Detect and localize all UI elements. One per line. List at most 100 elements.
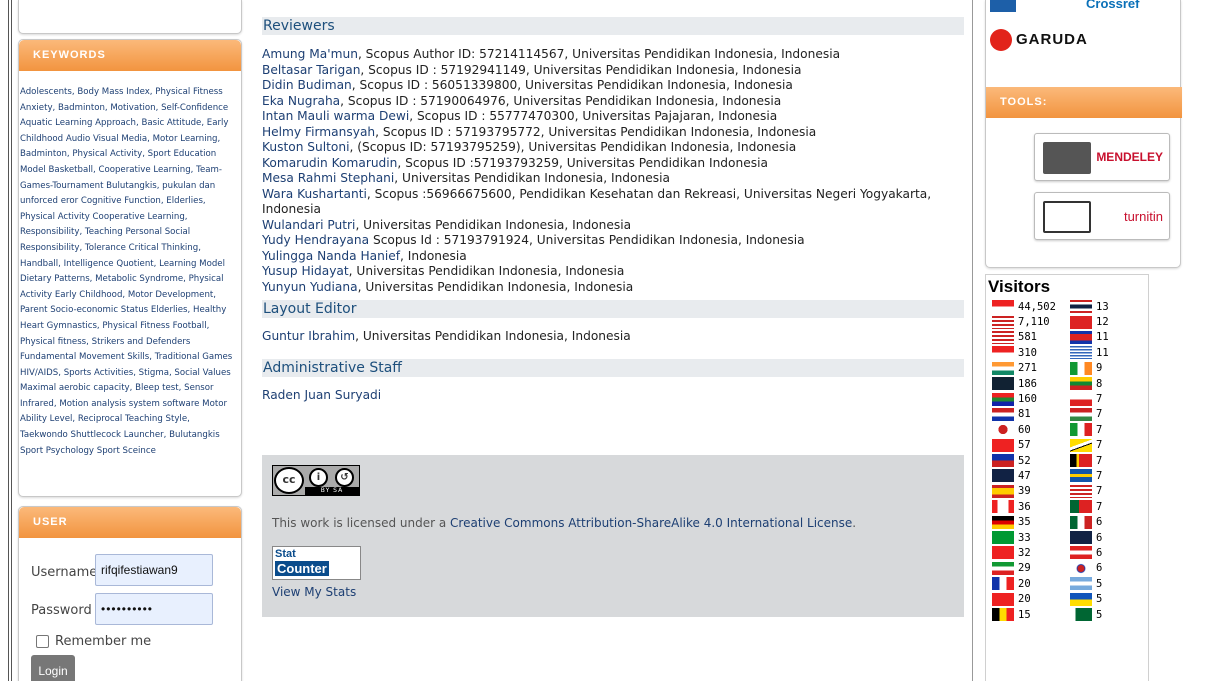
reviewer-entry: Yudy Hendrayana Scopus Id : 57193791924,… — [262, 233, 964, 249]
reviewer-affiliation: , Scopus Author ID: 57214114567, Univers… — [357, 47, 841, 61]
visitor-row: 39 — [992, 484, 1056, 499]
login-button[interactable]: Login — [31, 655, 75, 681]
flag-india-icon — [992, 361, 1014, 375]
flag-argentina-icon — [1070, 577, 1092, 591]
flag-portugal-icon — [1070, 500, 1092, 514]
visitor-count: 13 — [1096, 300, 1109, 313]
flag-france-icon — [992, 577, 1014, 591]
flag-sweden-icon — [1070, 469, 1092, 483]
sa-icon: ↺ — [335, 468, 354, 487]
reviewer-name[interactable]: Eka Nugraha — [262, 94, 340, 108]
visitor-count: 5 — [1096, 593, 1103, 606]
flag-brazil-icon — [992, 531, 1014, 545]
reviewer-affiliation: , Scopus ID : 57190064976, Universitas P… — [340, 93, 782, 108]
view-my-stats-link[interactable]: View My Stats — [272, 585, 356, 599]
reviewer-name[interactable]: Beltasar Tarigan — [262, 63, 360, 77]
visitors-widget[interactable]: Visitors 44,502 7,110 581 310 271 186 160 81 60 5… — [985, 274, 1149, 681]
visitor-count: 7 — [1096, 500, 1103, 513]
reviewer-name[interactable]: Yulingga Nanda Hanief — [262, 249, 400, 263]
visitor-row: 29 — [992, 561, 1056, 576]
turnitin-button[interactable]: turnitin — [1034, 192, 1170, 240]
visitor-count: 581 — [1018, 331, 1037, 344]
visitor-count: 20 — [1018, 577, 1031, 590]
visitor-count: 6 — [1096, 562, 1103, 575]
visitor-count: 60 — [1018, 423, 1031, 436]
visitor-count: 271 — [1018, 362, 1037, 375]
visitor-row: 8 — [1070, 376, 1109, 391]
flag-thailand-icon — [1070, 300, 1092, 314]
garuda-icon — [990, 29, 1012, 51]
remember-me-checkbox[interactable] — [36, 635, 49, 648]
keyword-list[interactable]: Adolescents, Body Mass Index, Physical F… — [20, 87, 232, 456]
reviewer-name[interactable]: Amung Ma'mun — [262, 47, 358, 61]
visitor-count: 35 — [1018, 516, 1031, 529]
reviewer-affiliation: , (Scopus ID: 57193795259), Universitas … — [349, 140, 797, 154]
crossref-logo[interactable]: Crossref — [1086, 0, 1176, 12]
visitor-row: 13 — [1070, 299, 1109, 314]
visitor-row: 33 — [992, 530, 1056, 545]
visitor-count: 39 — [1018, 485, 1031, 498]
user-heading: USER — [19, 507, 241, 538]
flag-united-states-icon — [1070, 484, 1092, 498]
visitor-row: 7 — [1070, 484, 1109, 499]
statcounter-badge[interactable]: Stat Counter — [272, 546, 361, 580]
visitor-count: 11 — [1096, 346, 1109, 359]
visitor-count: 7 — [1096, 439, 1103, 452]
visitor-row: 32 — [992, 545, 1056, 560]
reviewer-name[interactable]: Yunyun Yudiana — [262, 280, 358, 294]
flag-turkey-icon — [992, 438, 1014, 452]
visitor-row: 7 — [1070, 407, 1109, 422]
flag-spain-icon — [992, 484, 1014, 498]
reviewer-name[interactable]: Yusup Hidayat — [262, 264, 349, 278]
reviewer-name[interactable]: Didin Budiman — [262, 78, 352, 92]
administrative-staff-name[interactable]: Raden Juan Suryadi — [262, 388, 381, 402]
reviewer-name[interactable]: Komarudin Komarudin — [262, 156, 397, 170]
indexing-logo-icon[interactable] — [990, 0, 1016, 12]
password-field[interactable]: •••••••••• — [95, 593, 213, 625]
license-suffix: . — [852, 516, 857, 530]
visitor-count: 7 — [1096, 454, 1103, 467]
reviewer-affiliation: , Scopus ID : 57192941149, Universitas P… — [360, 62, 802, 77]
remember-me-label: Remember me — [55, 634, 152, 649]
visitor-count: 7 — [1096, 423, 1103, 436]
administrative-staff-entry: Raden Juan Suryadi — [262, 388, 964, 404]
visitor-row: 7 — [1070, 438, 1109, 453]
right-border-line — [972, 0, 973, 681]
left-border-line-2 — [11, 0, 12, 681]
visitor-row: 5 — [1070, 576, 1109, 591]
visitor-count: 7 — [1096, 393, 1103, 406]
turnitin-label: turnitin — [1123, 209, 1163, 224]
cc-band-label: BY SA — [305, 487, 359, 495]
license-link[interactable]: Creative Commons Attribution-ShareAlike … — [450, 516, 852, 530]
visitor-count: 310 — [1018, 346, 1037, 359]
flag-malaysia-icon — [992, 330, 1014, 344]
visitor-row: 7 — [1070, 453, 1109, 468]
layout-editor-name[interactable]: Guntur Ibrahim — [262, 329, 355, 343]
visitor-row: 7 — [1070, 499, 1109, 514]
password-label: Password — [31, 603, 92, 618]
reviewer-name[interactable]: Yudy Hendrayana — [262, 233, 369, 247]
visitor-row: 44,502 — [992, 299, 1056, 314]
reviewer-entry: Kuston Sultoni, (Scopus ID: 57193795259)… — [262, 140, 964, 156]
visitor-row: 271 — [992, 361, 1056, 376]
reviewer-name[interactable]: Mesa Rahmi Stephani — [262, 171, 394, 185]
visitor-row: 186 — [992, 376, 1056, 391]
username-field[interactable]: rifqifestiawan9 — [95, 554, 213, 586]
garuda-logo[interactable]: GARUDA — [990, 29, 1088, 51]
flag-vietnam-icon — [1070, 315, 1092, 329]
flag-united-kingdom-icon — [992, 377, 1014, 391]
reviewer-name[interactable]: Helmy Firmansyah — [262, 125, 375, 139]
visitor-count: 7 — [1096, 408, 1103, 421]
reviewer-name[interactable]: Kuston Sultoni — [262, 140, 349, 154]
flag-china-icon — [992, 592, 1014, 606]
mendeley-button[interactable]: MENDELEY — [1034, 133, 1170, 181]
tools-block: Crossref GARUDA TOOLS: MENDELEY turnitin — [985, 0, 1182, 268]
reviewer-name[interactable]: Wara Kushartanti — [262, 187, 367, 201]
license-prefix: This work is licensed under a — [272, 516, 451, 530]
reviewer-name[interactable]: Intan Mauli warma Dewi — [262, 109, 409, 123]
by-icon: i — [309, 468, 328, 487]
visitor-row: 5 — [1070, 591, 1109, 606]
visitor-row: 6 — [1070, 545, 1109, 560]
cc-license-badge[interactable]: cc i ↺ BY SA — [272, 465, 360, 496]
reviewer-name[interactable]: Wulandari Putri — [262, 218, 355, 232]
